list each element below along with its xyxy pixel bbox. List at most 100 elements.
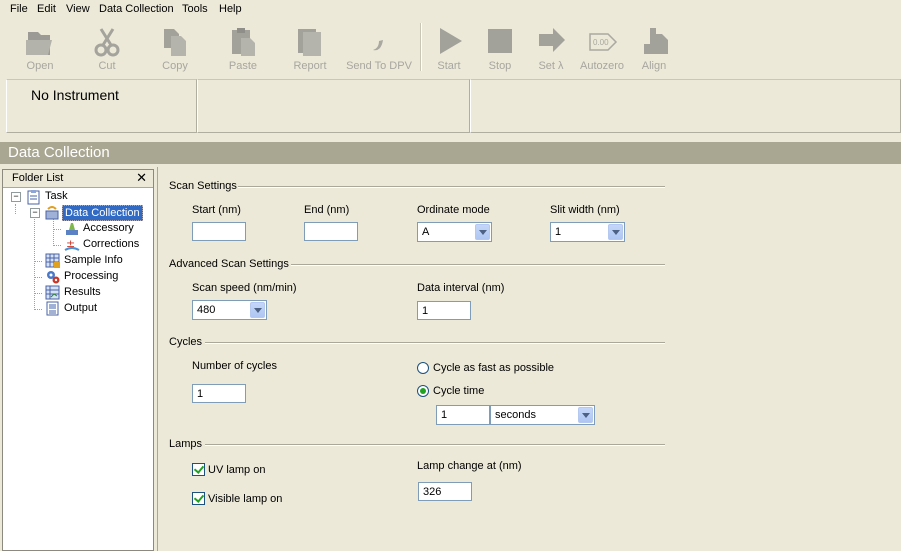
paste-button[interactable]: Paste (215, 21, 271, 75)
cut-button[interactable]: Cut (79, 21, 135, 75)
lamp-change-input[interactable] (418, 482, 472, 501)
cycles-title: Cycles (169, 336, 203, 348)
section-title-bar: Data Collection (0, 142, 901, 164)
ordinate-mode-select[interactable]: A (417, 222, 492, 242)
tree-item-label: Accessory (83, 222, 134, 234)
chevron-down-icon[interactable] (578, 407, 593, 423)
page-title: Data Collection (8, 144, 110, 161)
scan-settings-title: Scan Settings (169, 180, 237, 192)
chevron-down-icon[interactable] (250, 302, 265, 318)
end-input[interactable] (304, 222, 358, 241)
data-interval-label: Data interval (nm) (417, 282, 505, 294)
menu-help[interactable]: Help (219, 3, 242, 15)
advanced-scan-settings-title: Advanced Scan Settings (169, 258, 289, 270)
ordinate-mode-label: Ordinate mode (417, 204, 490, 216)
status-cell-2 (197, 79, 470, 133)
menu-tools[interactable]: Tools (182, 3, 208, 15)
menu-edit[interactable]: Edit (37, 3, 56, 15)
copy-label: Copy (162, 60, 188, 72)
cut-label: Cut (98, 60, 116, 72)
tree-line (34, 216, 35, 308)
tree-line (53, 245, 61, 246)
data-interval-input[interactable] (417, 301, 471, 320)
tree-item-label: Results (64, 286, 101, 298)
folder-list-header: Folder List ✕ (3, 170, 153, 188)
number-of-cycles-input[interactable] (192, 384, 246, 403)
number-of-cycles-label: Number of cycles (192, 360, 277, 372)
align-icon (644, 28, 668, 54)
uv-lamp-checkbox[interactable] (192, 463, 205, 476)
open-folder-icon (26, 32, 52, 55)
toolbar: Open Cut Copy Paste Report Send To DPV S… (8, 21, 680, 75)
close-icon[interactable]: ✕ (136, 170, 147, 186)
data-collection-icon (45, 206, 59, 220)
lamp-change-label: Lamp change at (nm) (417, 460, 522, 472)
report-button[interactable]: Report (282, 21, 338, 75)
chevron-down-icon[interactable] (608, 224, 623, 240)
gears-icon (47, 271, 60, 284)
tree-line (15, 204, 16, 214)
lamps-title: Lamps (169, 438, 203, 450)
start-label: Start (nm) (192, 204, 241, 216)
scan-speed-select[interactable]: 480 (192, 300, 267, 320)
folder-list-title: Folder List (12, 172, 64, 184)
chevron-down-icon[interactable] (475, 224, 490, 240)
cycle-fast-label: Cycle as fast as possible (433, 362, 555, 374)
tree-item-label: Data Collection (62, 205, 143, 221)
report-icon (298, 29, 321, 56)
menu-file[interactable]: File (10, 3, 28, 15)
tree-item-label: Corrections (83, 238, 140, 250)
tree-collapse-toggle[interactable]: − (11, 192, 21, 202)
scan-speed-label: Scan speed (nm/min) (192, 282, 297, 294)
slit-width-value: 1 (555, 226, 562, 238)
instrument-status-text: No Instrument (31, 87, 119, 103)
autozero-icon: 0.00 (589, 33, 618, 51)
status-cell-3 (470, 79, 901, 133)
slit-width-select[interactable]: 1 (550, 222, 625, 242)
divider (205, 444, 665, 446)
cycle-time-radio[interactable] (417, 385, 429, 397)
menu-bar: File Edit View Data Collection Tools Hel… (0, 0, 901, 20)
cycle-time-label: Cycle time (433, 385, 485, 397)
paste-label: Paste (228, 60, 258, 72)
tree-line (34, 261, 42, 262)
tree-line (34, 293, 42, 294)
autozero-icon-text: 0.00 (593, 38, 609, 47)
copy-button[interactable]: Copy (147, 21, 203, 75)
align-label: Align (641, 60, 667, 72)
tree-item-label: Task (45, 190, 68, 202)
divider (205, 342, 665, 344)
stop-icon (488, 29, 512, 53)
instrument-status-cell: No Instrument (6, 79, 197, 133)
uv-lamp-label: UV lamp on (208, 464, 266, 476)
divider (238, 186, 665, 188)
align-button[interactable]: Align (626, 21, 682, 75)
visible-lamp-checkbox[interactable] (192, 492, 205, 505)
tree-line (34, 309, 42, 310)
output-icon (46, 301, 59, 316)
corrections-icon: ± (64, 237, 80, 251)
cycle-time-input[interactable] (436, 405, 490, 425)
results-table-icon (45, 285, 60, 300)
cycle-time-unit-select[interactable]: seconds (490, 405, 595, 425)
cycle-fast-radio[interactable] (417, 362, 429, 374)
tree-collapse-toggle[interactable]: − (30, 208, 40, 218)
scissors-icon (94, 28, 120, 57)
start-input[interactable] (192, 222, 246, 241)
tree-item-label: Output (64, 302, 98, 314)
data-collection-panel: Scan Settings Start (nm) End (nm) Ordina… (157, 167, 901, 551)
menu-view[interactable]: View (66, 3, 90, 15)
tree-line (53, 219, 54, 244)
menu-data-collection[interactable]: Data Collection (99, 3, 174, 15)
send-to-dpv-label: Send To DPV (346, 60, 412, 72)
arrow-right-icon (539, 28, 565, 52)
ordinate-mode-value: A (422, 226, 430, 238)
cycle-time-unit-value: seconds (495, 409, 536, 421)
divider (291, 264, 665, 266)
open-button[interactable]: Open (12, 21, 68, 75)
send-to-dpv-button[interactable]: Send To DPV (346, 21, 412, 75)
visible-lamp-label: Visible lamp on (208, 493, 283, 505)
slit-width-label: Slit width (nm) (550, 204, 620, 216)
tree-item-label: Sample Info (64, 254, 123, 266)
open-label: Open (26, 60, 54, 72)
